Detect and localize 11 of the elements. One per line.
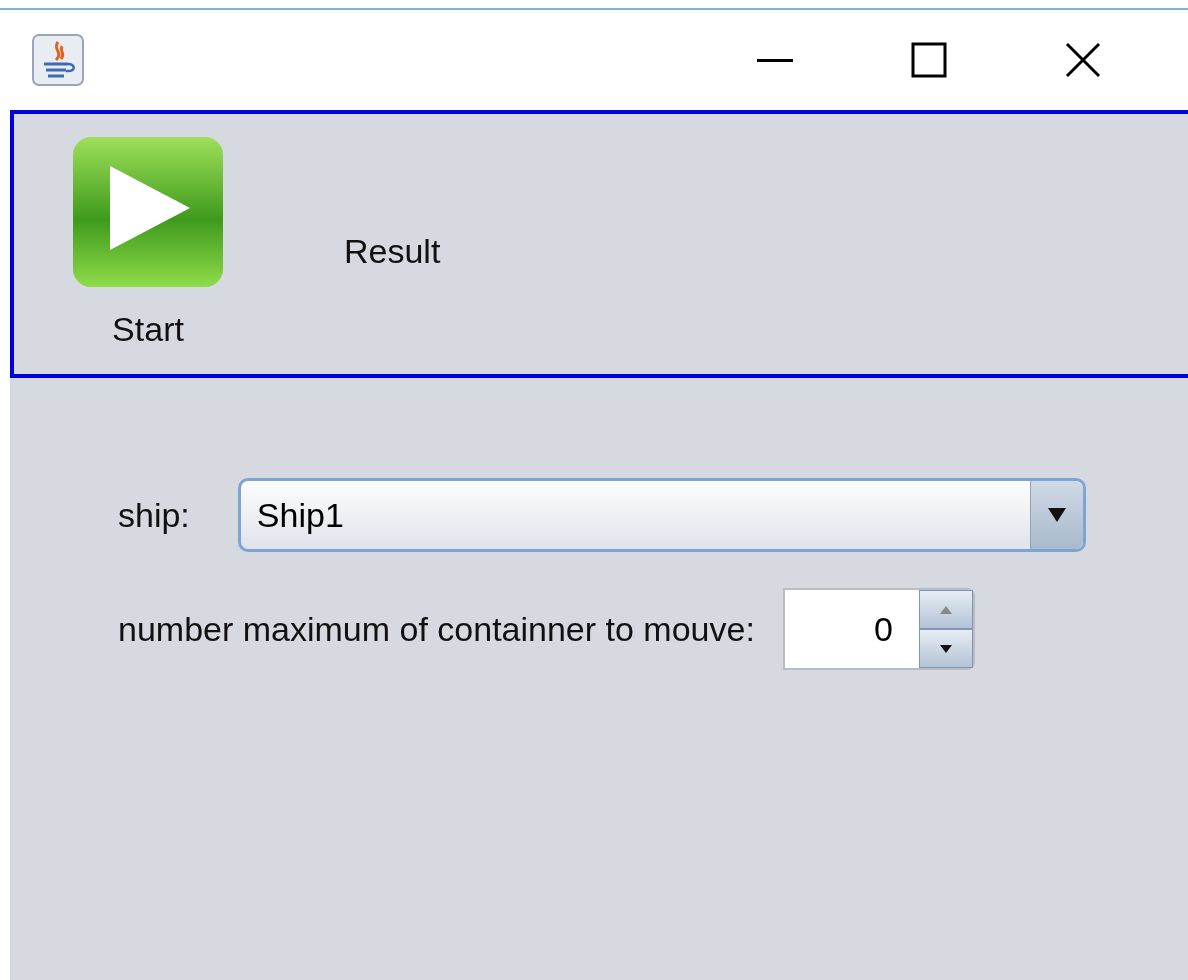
caret-icon: [1046, 507, 1067, 523]
ship-dropdown[interactable]: Ship1: [237, 478, 1086, 552]
maximize-icon: [911, 42, 947, 78]
max-containers-label: number maximum of containner to mouve:: [118, 609, 755, 649]
minimize-icon: [757, 58, 793, 62]
play-icon: [72, 136, 224, 288]
ship-label: ship:: [118, 495, 190, 535]
result-button[interactable]: Result: [344, 232, 441, 271]
start-button[interactable]: Start: [72, 136, 224, 349]
close-icon: [1065, 42, 1101, 78]
java-cup-icon: [32, 34, 84, 86]
